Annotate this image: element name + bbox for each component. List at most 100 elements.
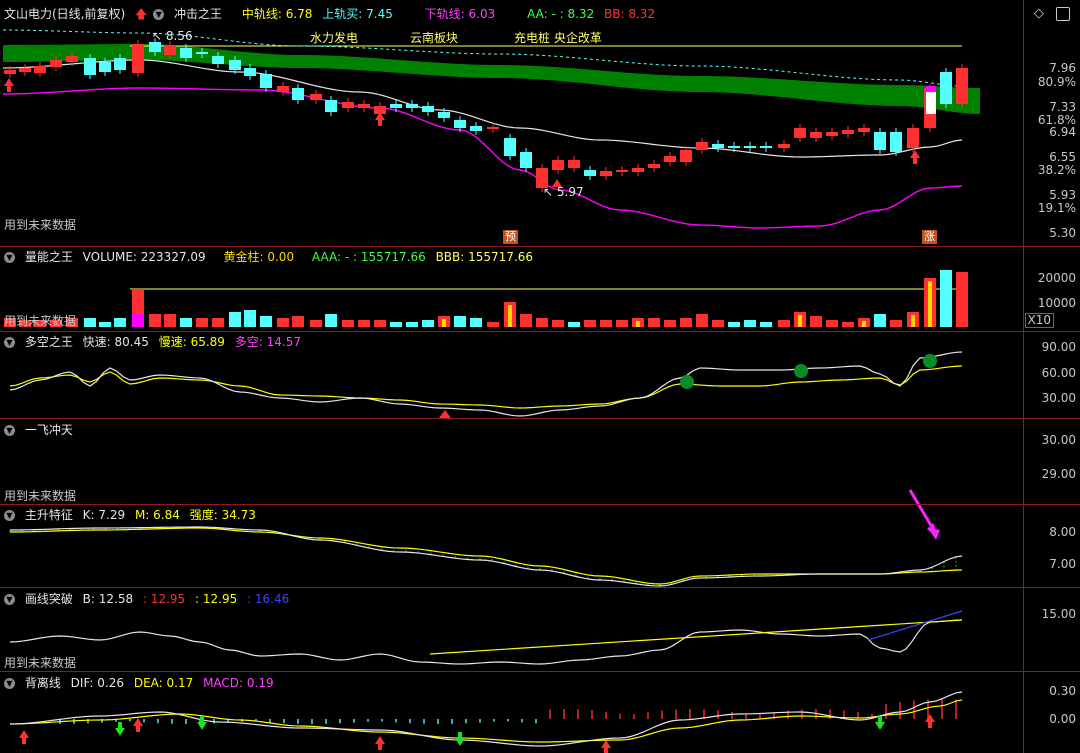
chevron-down-icon[interactable]: ▼ (4, 252, 15, 263)
candle-body (406, 104, 418, 108)
chevron-down-icon[interactable]: ▼ (153, 9, 165, 20)
red-up-arrow-icon (375, 736, 385, 750)
macd-indicator-name[interactable]: 背离线 (25, 676, 61, 690)
chevron-down-icon[interactable]: ▼ (4, 510, 15, 521)
chevron-down-icon[interactable]: ▼ (4, 678, 15, 689)
candle-body (292, 88, 304, 100)
short-signal-badge (794, 364, 808, 378)
candle-body (712, 144, 724, 148)
price-axis-label: 5.93 (1049, 188, 1076, 202)
volume-bar (406, 322, 418, 327)
price-axis-label: 6.94 (1049, 125, 1076, 139)
cloud-band (3, 44, 980, 114)
volume-bar (292, 316, 304, 327)
concept-tag[interactable]: 云南板块 (410, 29, 458, 46)
candle-body (664, 156, 676, 162)
candle-body (422, 106, 434, 112)
gold-column-bar (911, 315, 915, 327)
candle-body (487, 127, 499, 129)
b-value: B: 12.58 (82, 592, 134, 606)
gold-column-bar (442, 319, 446, 327)
bbb-value: BBB: 155717.66 (435, 250, 534, 264)
slow-line (9, 365, 963, 409)
candle-body (778, 144, 790, 148)
chevron-down-icon[interactable]: ▼ (4, 594, 15, 605)
volume-bar (310, 320, 322, 327)
duokong-pane-header: ▼ 多空之王 快速: 80.45 慢速: 65.89 多空: 14.57 (4, 334, 307, 350)
candle-body (438, 112, 450, 118)
dea-value: DEA: 0.17 (133, 676, 194, 690)
close-icon[interactable] (1056, 6, 1070, 21)
pointer-arrow-icon (908, 489, 938, 536)
stock-title[interactable]: 文山电力(日线,前复权) (4, 7, 125, 21)
candle-body (632, 168, 644, 172)
candle-body (616, 170, 628, 172)
mid-line-label: 中轨线: 6.78 (241, 7, 313, 21)
concept-tag[interactable]: 水力发电 (310, 29, 358, 46)
volume-bar (196, 318, 208, 327)
pane-separator (0, 331, 1080, 332)
red-up-arrow-icon (601, 740, 611, 753)
yifei-indicator-name[interactable]: 一飞冲天 (25, 423, 73, 437)
red-arrow-icon: 🡅 (135, 7, 148, 21)
main-pane-header: 文山电力(日线,前复权) 🡅 ▼ 冲击之王 中轨线: 6.78 上轨买: 7.4… (4, 6, 661, 22)
slow-value: 慢速: 65.89 (158, 335, 225, 349)
volume-bar (890, 320, 902, 327)
m-line (9, 527, 963, 585)
candle-body (940, 72, 952, 104)
green-down-arrow-icon (115, 722, 125, 736)
candle-body (890, 132, 902, 152)
gold-column-bar (862, 321, 866, 327)
aa-label: AA: - : 8.32 (527, 7, 595, 21)
volume-bar (374, 320, 386, 327)
indicator-name[interactable]: 冲击之王 (174, 7, 222, 21)
diamond-icon[interactable]: ◇ (1034, 6, 1044, 21)
future-data-note: 用到未来数据 (4, 656, 77, 670)
red-up-arrow-icon (133, 718, 143, 732)
dea-line (9, 699, 963, 743)
chevron-down-icon[interactable]: ▼ (4, 337, 15, 348)
huaxian-indicator-name[interactable]: 画线突破 (25, 592, 73, 606)
volume-bar (760, 322, 772, 327)
volume-indicator-name[interactable]: 量能之王 (25, 250, 73, 264)
candle-body (196, 52, 208, 54)
candle-body (680, 150, 692, 162)
candle-body (584, 170, 596, 176)
price-axis-label: 38.2% (1037, 163, 1076, 177)
bb-label: BB: 8.32 (604, 7, 656, 21)
pane-separator (0, 246, 1080, 247)
macd-axis-label: 0.30 (1049, 684, 1076, 698)
lower-band-line (2, 87, 963, 229)
chevron-down-icon[interactable]: ▼ (4, 425, 15, 436)
short-signal-badge (680, 375, 694, 389)
volume-bar (664, 320, 676, 327)
pointer-arrow-head (928, 528, 940, 540)
candle-body (342, 102, 354, 108)
chart-canvas[interactable] (0, 0, 1080, 753)
strength-value: 强度: 34.73 (189, 508, 256, 522)
candle-body (907, 128, 919, 148)
candle-body (229, 60, 241, 70)
aaa-value: AAA: - : 155717.66 (311, 250, 426, 264)
volume-bar (390, 322, 402, 327)
low-price-label: ↖ 5.97 (543, 185, 584, 199)
volume-bar (342, 320, 354, 327)
concept-tag[interactable]: 充电桩 央企改革 (514, 29, 602, 46)
zhusheng-axis-label: 7.00 (1049, 557, 1076, 571)
candle-body (325, 100, 337, 112)
gold-column-bar (508, 305, 512, 327)
huaxian-axis-label: 15.00 (1041, 607, 1076, 621)
volume-bar (487, 322, 499, 327)
duokong-indicator-name[interactable]: 多空之王 (25, 335, 73, 349)
volume-bar (810, 316, 822, 327)
volume-bar (212, 318, 224, 327)
volume-bar (568, 322, 580, 327)
green-down-arrow-icon (455, 732, 465, 746)
volume-bar (536, 318, 548, 327)
fast-value: 快速: 80.45 (82, 335, 149, 349)
m-value: M: 6.84 (134, 508, 180, 522)
zhusheng-indicator-name[interactable]: 主升特征 (25, 508, 73, 522)
yifei-axis-label: 30.00 (1041, 433, 1076, 447)
candle-body (149, 42, 161, 52)
volume-bar (84, 318, 96, 327)
